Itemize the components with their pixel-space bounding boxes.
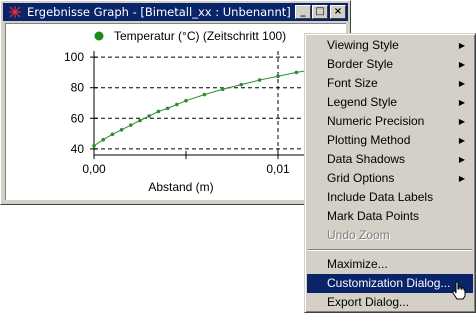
menu-item-label: Grid Options <box>327 171 395 185</box>
submenu-arrow-icon: ▶ <box>458 155 465 164</box>
menu-item-label: Include Data Labels <box>327 190 434 204</box>
data-point <box>202 92 207 97</box>
x-axis-label: Abstand (m) <box>148 180 213 194</box>
series-line <box>93 68 315 147</box>
context-menu: Viewing Style ▶ Border Style ▶ Font Size ▶ Leg… <box>304 33 476 313</box>
data-point <box>119 127 124 132</box>
menu-item-label: Data Shadows <box>327 152 406 166</box>
submenu-arrow-icon: ▶ <box>458 136 465 145</box>
y-tick-label: 100 <box>64 50 84 64</box>
menu-item-font-size[interactable]: Font Size ▶ <box>307 74 473 93</box>
menu-item-data-shadows[interactable]: Data Shadows ▶ <box>307 150 473 169</box>
menu-item-label: Export Dialog... <box>327 295 410 309</box>
x-tick-label: 0,01 <box>266 162 290 176</box>
hand-cursor-icon <box>452 281 466 300</box>
data-point <box>257 78 262 82</box>
graph-window: Ergebnisse Graph - [Bimetall_xx : Unbena… <box>0 0 351 205</box>
menu-item-label: Plotting Method <box>327 133 411 147</box>
menu-item-undo-zoom: Undo Zoom <box>307 226 473 245</box>
data-point <box>92 144 96 148</box>
data-point <box>110 132 115 137</box>
menu-item-label: Undo Zoom <box>327 228 390 242</box>
data-point <box>101 137 105 142</box>
menu-item-export-dialog[interactable]: Export Dialog... <box>307 293 473 312</box>
maximize-button[interactable]: □ <box>312 5 328 19</box>
line-chart: Temperatur (°C) (Zeitschritt 100) 40 60 80… <box>64 29 324 194</box>
menu-item-label: Legend Style <box>327 95 398 109</box>
data-point <box>156 109 161 114</box>
submenu-arrow-icon: ▶ <box>458 98 465 107</box>
menu-separator <box>308 249 472 251</box>
submenu-arrow-icon: ▶ <box>458 79 465 88</box>
data-point <box>276 74 280 79</box>
submenu-arrow-icon: ▶ <box>458 174 465 183</box>
menu-item-label: Customization Dialog... <box>327 276 451 290</box>
data-point <box>294 70 299 75</box>
data-point <box>138 118 142 123</box>
x-tick-label: 0,00 <box>82 162 106 176</box>
menu-item-include-data-labels[interactable]: Include Data Labels <box>307 188 473 207</box>
menu-item-grid-options[interactable]: Grid Options ▶ <box>307 169 473 188</box>
menu-item-customization-dialog[interactable]: Customization Dialog... <box>307 274 473 293</box>
minimize-button[interactable]: _ <box>295 5 311 19</box>
title-bar[interactable]: Ergebnisse Graph - [Bimetall_xx : Unbena… <box>3 3 348 21</box>
data-point <box>165 106 170 111</box>
menu-item-label: Maximize... <box>327 257 388 271</box>
close-button[interactable]: × <box>330 5 346 19</box>
submenu-arrow-icon: ▶ <box>458 117 465 126</box>
menu-item-mark-data-points[interactable]: Mark Data Points <box>307 207 473 226</box>
graph-area[interactable]: Temperatur (°C) (Zeitschritt 100) 40 60 80… <box>5 23 346 200</box>
menu-item-border-style[interactable]: Border Style ▶ <box>307 55 473 74</box>
menu-item-numeric-precision[interactable]: Numeric Precision ▶ <box>307 112 473 131</box>
menu-item-legend-style[interactable]: Legend Style ▶ <box>307 93 473 112</box>
data-point <box>221 87 225 92</box>
y-tick-label: 80 <box>71 81 85 95</box>
menu-item-label: Viewing Style <box>327 38 399 52</box>
submenu-arrow-icon: ▶ <box>458 41 465 50</box>
menu-item-maximize[interactable]: Maximize... <box>307 255 473 274</box>
data-point <box>129 123 133 127</box>
data-point <box>239 82 243 87</box>
legend-marker <box>94 31 104 41</box>
menu-item-plotting-method[interactable]: Plotting Method ▶ <box>307 131 473 150</box>
legend-label: Temperatur (°C) (Zeitschritt 100) <box>114 29 286 43</box>
submenu-arrow-icon: ▶ <box>458 60 465 69</box>
data-point <box>147 114 151 118</box>
y-tick-label: 40 <box>71 142 85 156</box>
data-point <box>184 98 188 103</box>
menu-item-viewing-style[interactable]: Viewing Style ▶ <box>307 36 473 55</box>
window-title: Ergebnisse Graph - [Bimetall_xx : Unbena… <box>27 5 291 19</box>
menu-item-label: Mark Data Points <box>327 209 420 223</box>
menu-item-label: Border Style <box>327 57 394 71</box>
app-icon <box>8 5 22 19</box>
menu-item-label: Font Size <box>327 76 378 90</box>
menu-item-label: Numeric Precision <box>327 114 425 128</box>
data-point <box>175 102 179 107</box>
y-tick-label: 60 <box>71 111 85 125</box>
